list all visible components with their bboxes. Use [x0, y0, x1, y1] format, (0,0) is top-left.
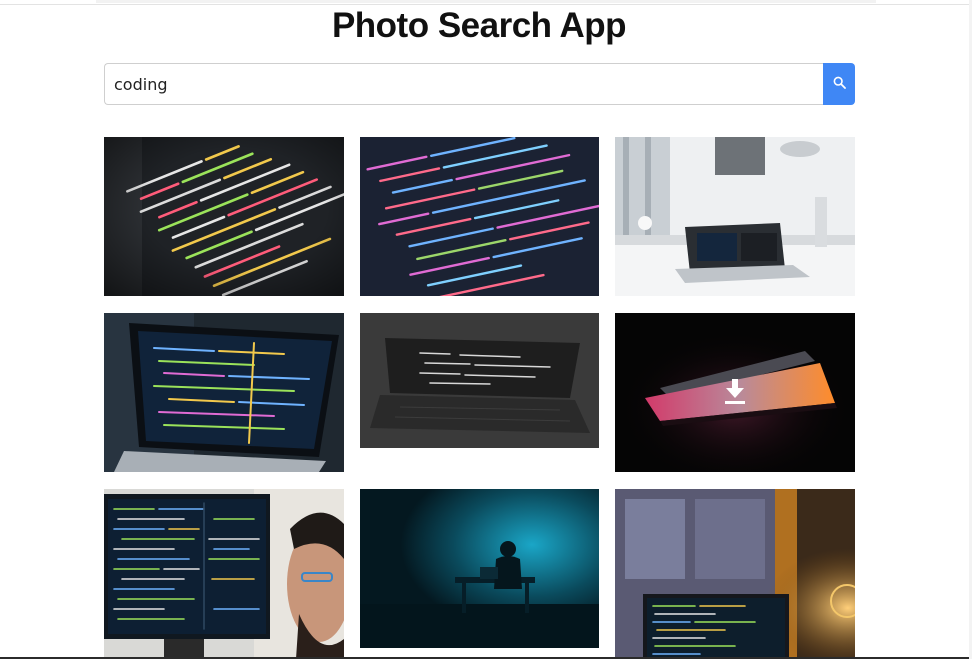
photo-code-editor-closeup[interactable]: [104, 137, 344, 296]
photo-developer-monitor[interactable]: [104, 489, 344, 659]
search-icon: [833, 76, 846, 92]
search-button[interactable]: [823, 63, 855, 105]
photo-laptop-monochrome[interactable]: [360, 313, 599, 448]
photo-laptop-on-desk[interactable]: [615, 137, 855, 296]
search-bar: [104, 63, 855, 105]
page-title: Photo Search App: [331, 6, 627, 45]
top-accent: [96, 0, 876, 3]
photo-laptop-code-dark[interactable]: [104, 313, 344, 472]
download-icon[interactable]: [725, 379, 745, 405]
search-input[interactable]: [104, 63, 823, 105]
top-divider: [0, 0, 972, 5]
photo-person-cyan-light[interactable]: [360, 489, 599, 648]
photo-laptop-window[interactable]: [615, 489, 855, 659]
photo-html-code-screen[interactable]: [360, 137, 599, 296]
photo-laptop-backlit[interactable]: [615, 313, 855, 472]
